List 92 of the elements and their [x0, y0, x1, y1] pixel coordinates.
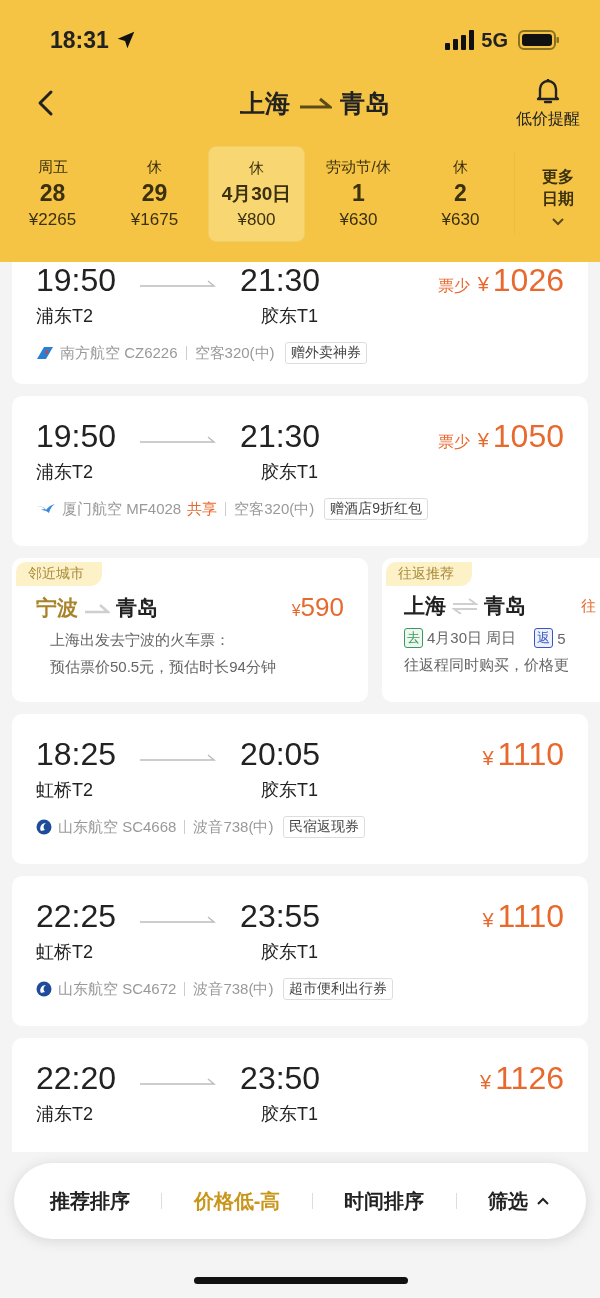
destination-city: 青岛	[116, 594, 158, 621]
origin-city: 宁波	[36, 594, 78, 621]
date-tab[interactable]: 周五 28 ¥2265	[4, 146, 101, 242]
destination-city: 青岛	[340, 87, 390, 119]
departure-airport: 浦东T2	[36, 1103, 93, 1126]
departure-time: 19:50	[36, 261, 117, 299]
flight-card[interactable]: 19:50 21:30 票少 ¥1050 浦东T2 胶东T1 厦门航空 MF4028 共享 空客320(中) 赠酒店9折红包	[12, 396, 588, 546]
codeshare-label: 共享	[187, 499, 218, 519]
battery-icon	[518, 29, 560, 51]
aircraft-type: 波音738(中)	[193, 979, 274, 999]
aircraft-type: 空客320(中)	[194, 343, 275, 363]
perk-tag: 赠酒店9折红包	[324, 498, 429, 520]
airline-flight-number: 南方航空 CZ6226	[60, 343, 178, 363]
aircraft-type: 空客320(中)	[234, 499, 315, 519]
swirl-icon	[36, 981, 52, 997]
flight-price: 1110	[497, 897, 564, 935]
arrival-time: 21:30	[240, 417, 321, 455]
flight-card[interactable]: 19:50 21:30 票少 ¥1026 浦东T2 胶东T1 南方航空 CZ6226 空客320(中) 赠外卖神券	[12, 262, 588, 384]
airline-flight-number: 山东航空 SC4668	[58, 817, 177, 837]
price-alert-button[interactable]: 低价提醒	[516, 76, 580, 130]
arrival-airport: 胶东T1	[261, 461, 319, 484]
outbound-date: 4月30日 周日	[427, 628, 517, 648]
chevron-down-icon	[550, 216, 565, 226]
airline-flight-number: 山东航空 SC4672	[58, 979, 177, 999]
perk-tag: 民宿返现券	[283, 816, 366, 838]
promo-description: 往返程同时购买，价格更	[403, 655, 570, 675]
departure-airport: 虹桥T2	[36, 779, 93, 802]
round-trip-arrows-icon	[452, 598, 478, 614]
destination-city: 青岛	[484, 593, 526, 619]
signal-icon	[445, 30, 476, 50]
flight-price: 1050	[492, 417, 564, 455]
back-icon[interactable]	[36, 89, 54, 117]
perk-tag: 赠外卖神券	[284, 342, 367, 364]
currency-sign: ¥	[477, 272, 489, 296]
low-seats-label: 票少	[437, 275, 470, 296]
arrival-airport: 胶东T1	[261, 779, 319, 802]
promo-tag: 往返推荐	[386, 562, 472, 586]
tail-fin-icon	[36, 346, 54, 360]
aircraft-type: 波音738(中)	[193, 817, 274, 837]
outbound-badge: 去	[404, 628, 423, 648]
departure-time: 22:25	[36, 897, 117, 935]
round-trip-card[interactable]: 往返推荐 上海 青岛 往 去 4月30日 周日 返 5 往返程同时购买，价格更	[382, 558, 600, 702]
currency-sign: ¥	[482, 746, 494, 770]
arrival-airport: 胶东T1	[261, 1103, 319, 1126]
round-trip-price-label: 往	[581, 596, 596, 616]
flight-price: 1110	[497, 735, 564, 773]
currency-sign: ¥	[477, 428, 489, 452]
more-dates-button[interactable]: 更多日期	[514, 152, 600, 234]
departure-time: 19:50	[36, 417, 117, 455]
currency-sign: ¥	[291, 602, 301, 620]
chevron-up-icon	[536, 1196, 551, 1206]
network-label: 5G	[481, 28, 508, 52]
date-tab[interactable]: 劳动节/休 1 ¥630	[310, 146, 407, 242]
flight-card[interactable]: 18:25 20:05 ¥1110 虹桥T2 胶东T1 山东航空 SC4668 波音738(中) 民宿返现券	[12, 714, 588, 864]
promo-price: 590	[300, 592, 344, 623]
promo-tag: 邻近城市	[16, 562, 102, 586]
arrival-airport: 胶东T1	[261, 305, 319, 328]
promo-description: 预估票价50.5元，预估时长94分钟	[49, 657, 277, 677]
low-seats-label: 票少	[437, 431, 470, 452]
arrival-airport: 胶东T1	[261, 941, 319, 964]
origin-city: 上海	[240, 87, 290, 119]
departure-airport: 虹桥T2	[36, 941, 93, 964]
date-tab[interactable]: 休 4月30日 ¥800	[208, 146, 305, 242]
currency-sign: ¥	[482, 908, 494, 932]
arrival-time: 20:05	[240, 735, 321, 773]
bell-icon	[535, 76, 561, 105]
filter-button[interactable]: 筛选	[488, 1187, 551, 1215]
flight-card[interactable]: 22:20 23:50 ¥1126 浦东T2 胶东T1	[12, 1038, 588, 1152]
return-badge: 返	[534, 628, 554, 648]
flight-card[interactable]: 22:25 23:55 ¥1110 虹桥T2 胶东T1 山东航空 SC4672 波音738(中) 超市便利出行券	[12, 876, 588, 1026]
origin-city: 上海	[404, 593, 446, 619]
date-tab[interactable]: 休 29 ¥1675	[106, 146, 203, 242]
departure-time: 22:20	[36, 1059, 117, 1097]
arrival-time: 23:55	[240, 897, 321, 935]
swirl-icon	[36, 819, 52, 835]
arrival-time: 21:30	[240, 261, 321, 299]
arrival-time: 23:50	[240, 1059, 321, 1097]
promo-description: 上海出发去宁波的火车票：	[49, 630, 231, 650]
departure-time: 18:25	[36, 735, 117, 773]
departure-airport: 浦东T2	[36, 305, 93, 328]
flight-price: 1026	[492, 261, 564, 299]
sort-option[interactable]: 时间排序	[344, 1187, 425, 1215]
nearby-city-card[interactable]: 邻近城市 宁波 青岛 ¥590 上海出发去宁波的火车票： 预估票价50.5元，预估时长94分钟	[12, 558, 368, 702]
perk-tag: 超市便利出行券	[283, 978, 394, 1000]
status-time: 18:31	[50, 26, 109, 54]
sort-option[interactable]: 推荐排序	[49, 1187, 130, 1215]
return-date: 5	[557, 629, 566, 647]
airline-flight-number: 厦门航空 MF4028	[62, 499, 182, 519]
flight-price: 1126	[495, 1059, 564, 1097]
date-tab[interactable]: 休 2 ¥630	[412, 146, 509, 242]
currency-sign: ¥	[480, 1070, 492, 1094]
departure-airport: 浦东T2	[36, 461, 93, 484]
